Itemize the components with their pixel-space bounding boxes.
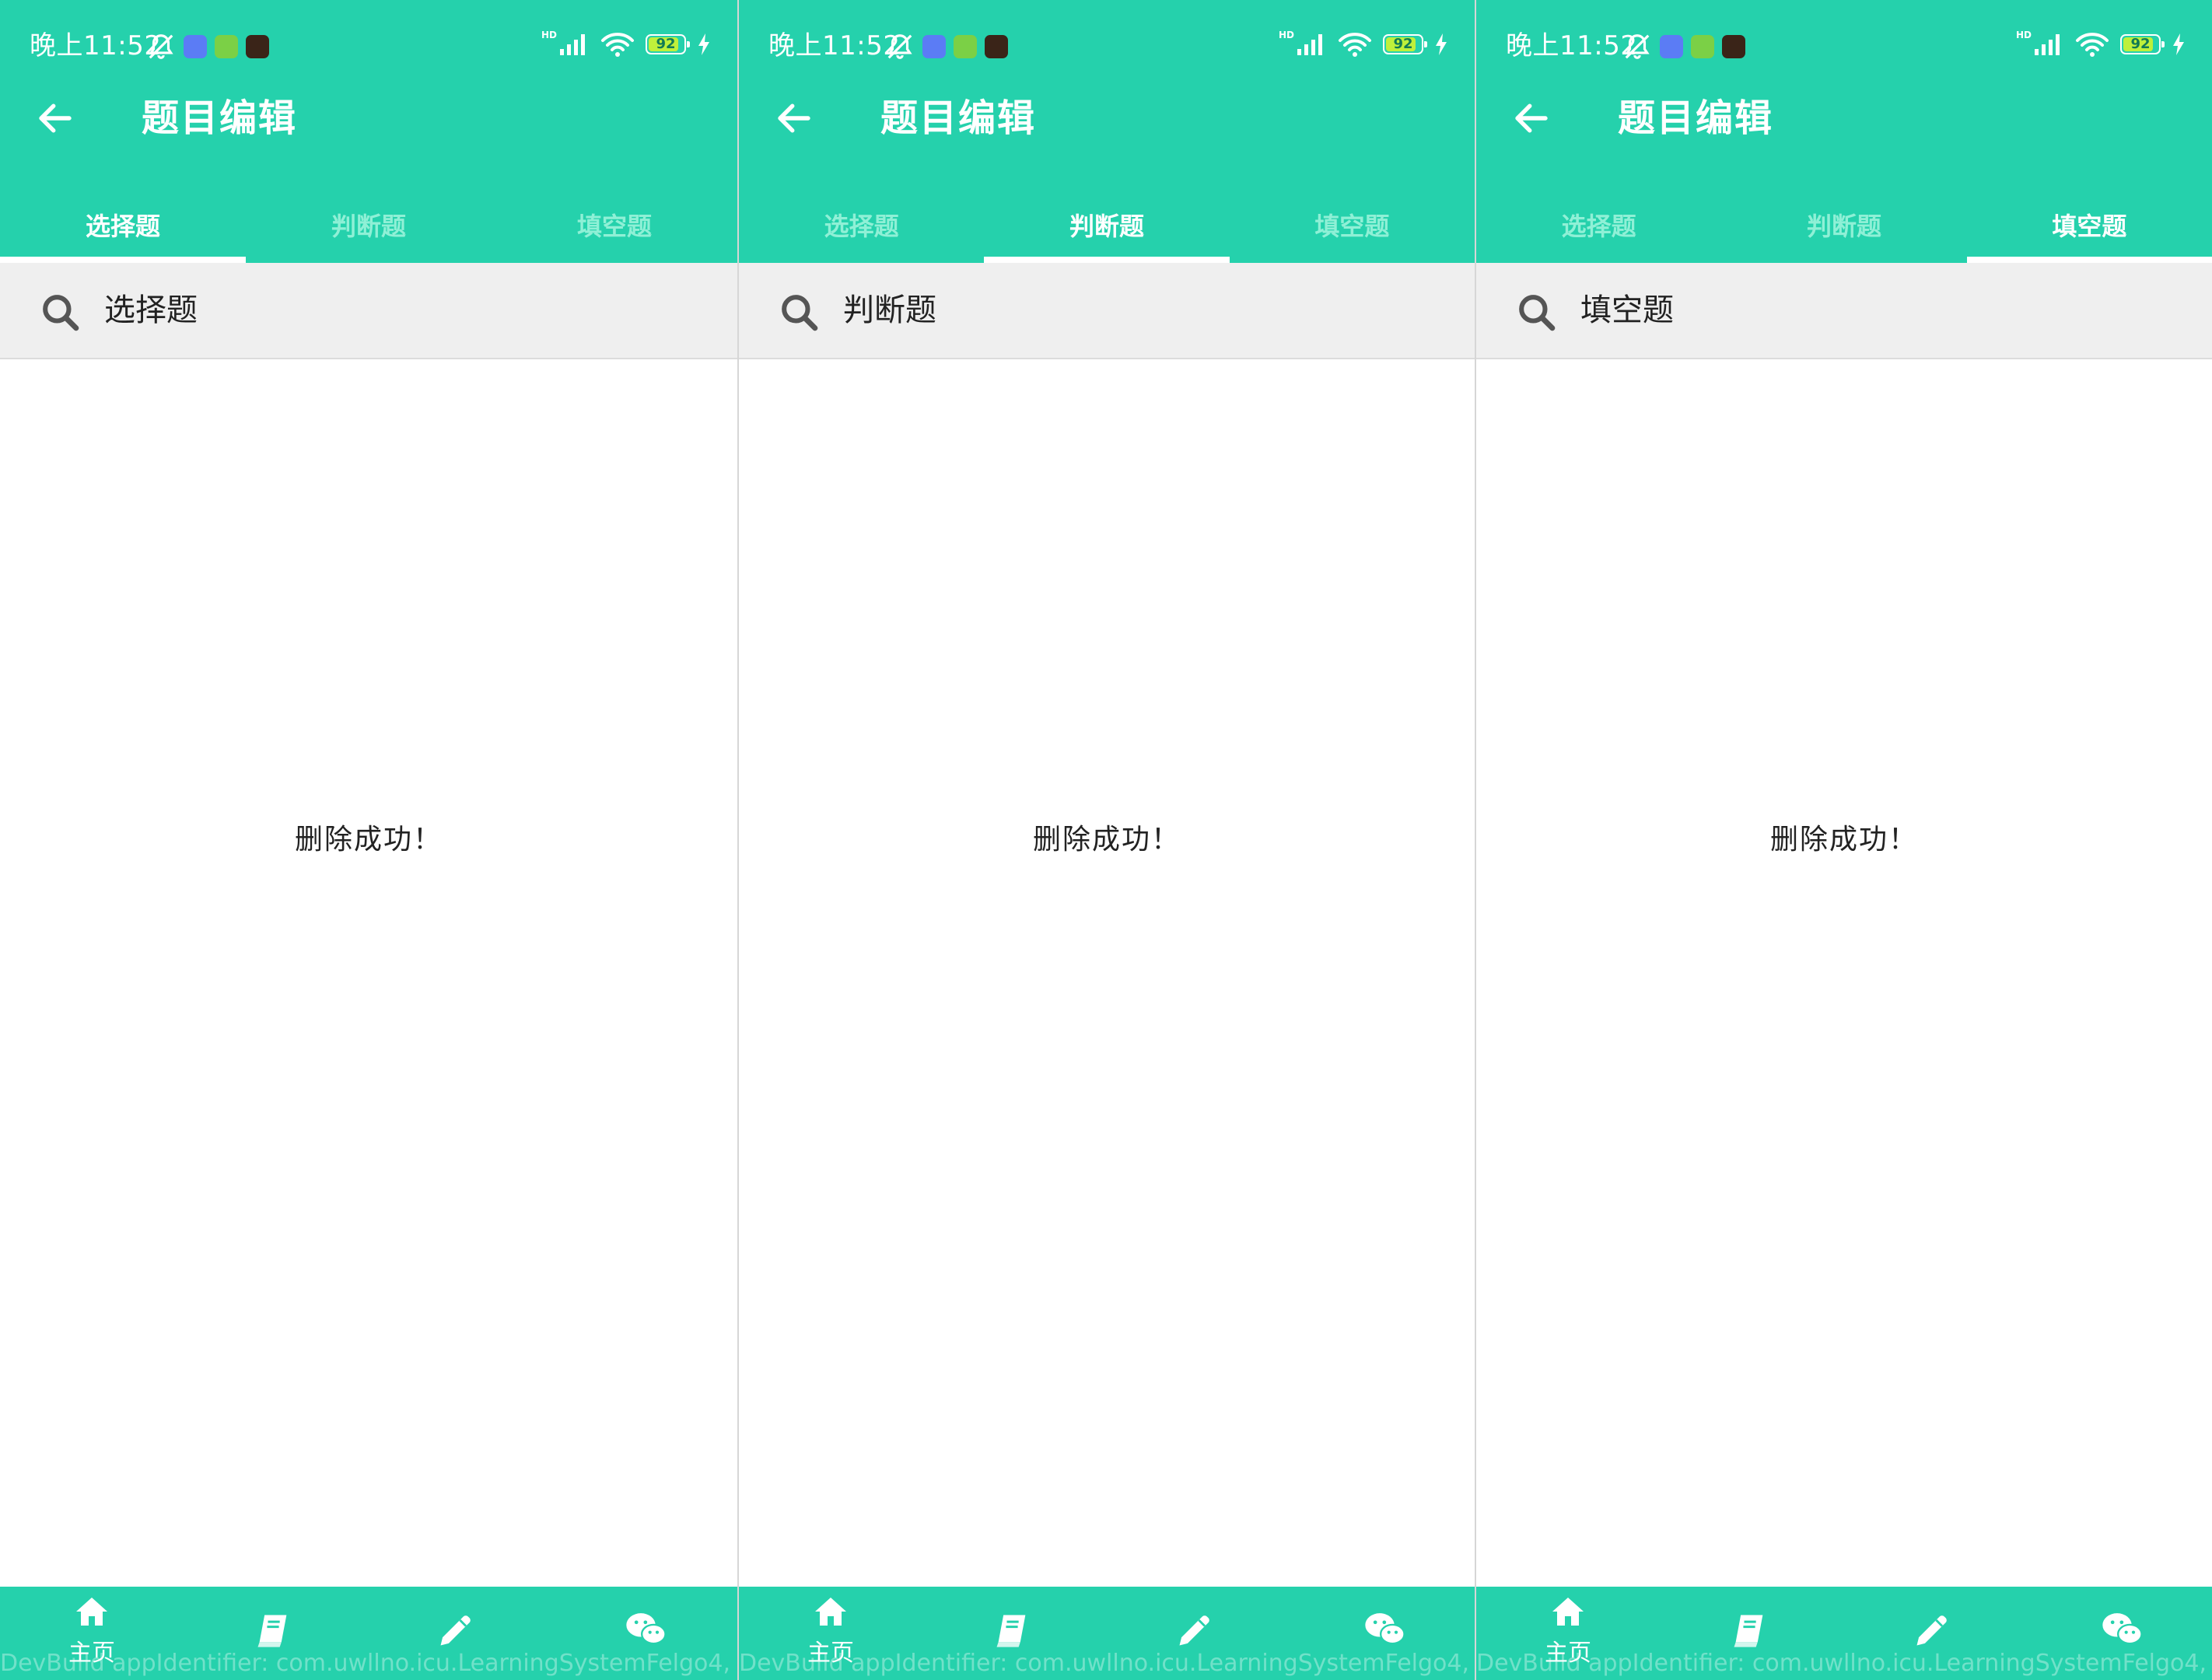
hd-indicator: HD	[1278, 30, 1294, 40]
battery-level: 92	[1393, 36, 1413, 52]
screen-true-false: 晚上11:52 HD 92 题目编辑 选择题 判断题 填空题 判断题 删除成功！…	[737, 0, 1475, 1680]
debug-watermark: DevBuild appIdentifier: com.uwllno.icu.L…	[0, 1650, 737, 1677]
app-notification-icon	[215, 35, 238, 58]
charging-icon	[1436, 33, 1447, 55]
app-notification-icon	[954, 35, 977, 58]
back-arrow-icon[interactable]	[1510, 97, 1552, 139]
hd-indicator: HD	[541, 30, 557, 40]
battery-icon: 92	[1383, 34, 1427, 54]
tab-fill-blank[interactable]: 填空题	[492, 187, 737, 263]
battery-level: 92	[2130, 36, 2151, 52]
battery-icon: 92	[2120, 34, 2165, 54]
bottom-navigation: 主页 DevBuild appIdentifier: com.uwllno.ic…	[0, 1587, 737, 1680]
bottom-navigation: 主页 DevBuild appIdentifier: com.uwllno.ic…	[739, 1587, 1475, 1680]
search-bar[interactable]: 填空题	[1476, 263, 2212, 359]
search-icon	[782, 295, 818, 331]
system-icons: HD 92	[1278, 30, 1448, 58]
tab-choice[interactable]: 选择题	[1476, 187, 1721, 263]
search-input[interactable]: 选择题	[104, 285, 198, 336]
status-time: 晚上11:52	[768, 30, 901, 61]
app-notification-icon	[1722, 35, 1745, 58]
search-icon	[43, 295, 79, 331]
app-notification-icon	[1660, 35, 1683, 58]
system-icons: HD 92	[2015, 30, 2186, 58]
page-title: 题目编辑	[142, 96, 298, 140]
home-icon	[815, 1598, 846, 1626]
notification-icons	[1622, 31, 1745, 62]
app-notification-icon	[184, 35, 207, 58]
mute-bell-icon	[1625, 34, 1650, 59]
screen-choice: 晚上11:52 HD 92 题目编辑 选择题 判断题 填空题 选择题 删除成功！…	[0, 0, 737, 1680]
search-bar[interactable]: 判断题	[739, 263, 1475, 359]
page-title: 题目编辑	[1618, 96, 1774, 140]
tab-choice[interactable]: 选择题	[739, 187, 984, 263]
tab-bar: 选择题 判断题 填空题	[1476, 187, 2212, 263]
toast-message: 删除成功！	[1032, 824, 1181, 856]
wechat-icon	[1365, 1613, 1405, 1645]
tab-bar: 选择题 判断题 填空题	[739, 187, 1475, 263]
debug-watermark: DevBuild appIdentifier: com.uwllno.icu.L…	[1476, 1650, 2212, 1677]
wifi-icon	[1339, 33, 1371, 57]
search-icon	[1519, 295, 1556, 331]
system-icons: HD 92	[541, 30, 711, 58]
book-icon	[257, 1615, 287, 1647]
tab-fill-blank[interactable]: 填空题	[1966, 187, 2212, 263]
battery-icon: 92	[646, 34, 690, 54]
signal-icon	[560, 34, 585, 55]
mute-bell-icon	[149, 34, 173, 59]
back-arrow-icon[interactable]	[34, 97, 76, 139]
notification-icons	[146, 31, 269, 62]
book-icon	[996, 1615, 1026, 1647]
book-icon	[1734, 1615, 1763, 1647]
status-bar: 晚上11:52 HD 92	[0, 0, 737, 92]
tab-true-false[interactable]: 判断题	[246, 187, 492, 263]
app-notification-icon	[922, 35, 946, 58]
tab-true-false[interactable]: 判断题	[1721, 187, 1966, 263]
screen-fill-blank: 晚上11:52 HD 92 题目编辑 选择题 判断题 填空题 填空题 删除成功！…	[1475, 0, 2212, 1680]
notification-icons	[885, 31, 1008, 62]
page-title: 题目编辑	[880, 96, 1037, 140]
tab-choice[interactable]: 选择题	[0, 187, 246, 263]
status-time: 晚上11:52	[30, 30, 162, 61]
search-input[interactable]: 判断题	[843, 285, 936, 336]
bottom-navigation: 主页 DevBuild appIdentifier: com.uwllno.ic…	[1476, 1587, 2212, 1680]
tab-bar: 选择题 判断题 填空题	[0, 187, 737, 263]
app-notification-icon	[246, 35, 269, 58]
status-bar: 晚上11:52 HD 92	[1476, 0, 2212, 92]
toast-message: 删除成功！	[294, 824, 443, 856]
debug-watermark: DevBuild appIdentifier: com.uwllno.icu.L…	[739, 1650, 1475, 1677]
battery-level: 92	[656, 36, 676, 52]
screenshot-triptych: 晚上11:52 HD 92 题目编辑 选择题 判断题 填空题 选择题 删除成功！…	[0, 0, 2212, 1680]
status-time: 晚上11:52	[1506, 30, 1638, 61]
pencil-icon	[1916, 1615, 1947, 1646]
app-notification-icon	[1691, 35, 1714, 58]
wifi-icon	[2076, 33, 2109, 57]
status-bar: 晚上11:52 HD 92	[739, 0, 1475, 92]
charging-icon	[2173, 33, 2184, 55]
mute-bell-icon	[887, 34, 912, 59]
pencil-icon	[440, 1615, 471, 1646]
signal-icon	[1297, 34, 1322, 55]
wechat-icon	[2102, 1613, 2143, 1645]
search-bar[interactable]: 选择题	[0, 263, 737, 359]
toast-message: 删除成功！	[1769, 824, 1918, 856]
app-notification-icon	[985, 35, 1008, 58]
pencil-icon	[1179, 1615, 1209, 1646]
tab-true-false[interactable]: 判断题	[984, 187, 1230, 263]
wechat-icon	[626, 1613, 667, 1645]
tab-fill-blank[interactable]: 填空题	[1230, 187, 1475, 263]
charging-icon	[698, 33, 709, 55]
signal-icon	[2035, 34, 2060, 55]
back-arrow-icon[interactable]	[773, 97, 815, 139]
wifi-icon	[601, 33, 634, 57]
hd-indicator: HD	[2015, 30, 2032, 40]
search-input[interactable]: 填空题	[1580, 285, 1674, 336]
home-icon	[76, 1598, 107, 1626]
home-icon	[1552, 1598, 1584, 1626]
